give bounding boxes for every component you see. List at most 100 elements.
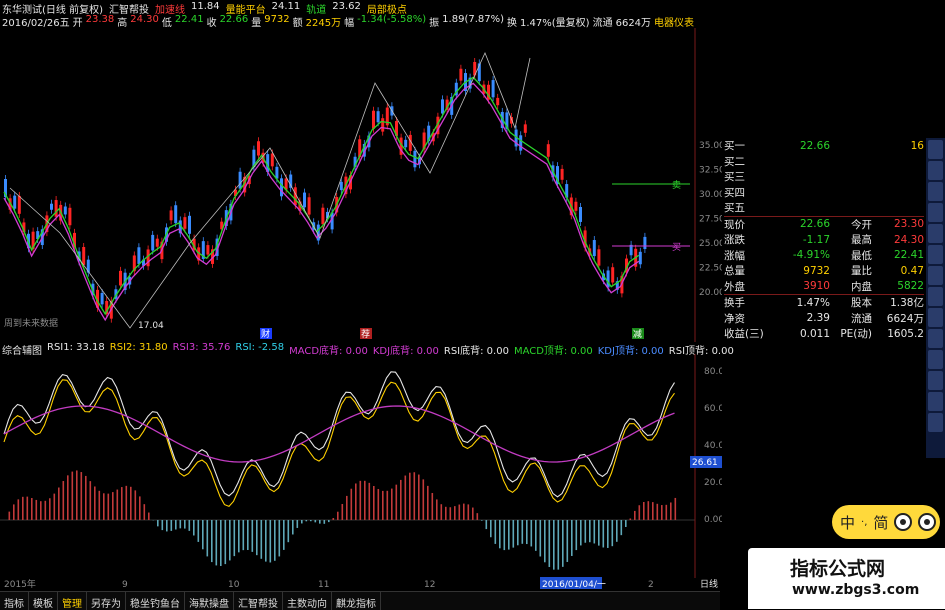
- eye-icon: [918, 513, 936, 531]
- macd-bar: [481, 520, 483, 521]
- quote-label-2: PE(动): [830, 326, 872, 341]
- quote-label-2: 流通: [830, 311, 872, 326]
- macd-bar: [90, 481, 92, 520]
- quote-value-2: 1.38亿: [872, 295, 924, 310]
- toolbar-button[interactable]: [928, 329, 943, 348]
- quote-row: 净资2.39流通6624万: [724, 311, 924, 327]
- tab-item[interactable]: 海默操盘: [185, 592, 234, 610]
- toolbar-button[interactable]: [928, 287, 943, 306]
- macd-bar: [328, 520, 330, 522]
- macd-bar: [445, 507, 447, 520]
- macd-bar: [189, 520, 191, 531]
- price-tick: 35.00: [699, 141, 722, 151]
- toolbar-button[interactable]: [928, 245, 943, 264]
- macd-bar: [333, 518, 335, 520]
- language-toggle[interactable]: 中 ·, 简: [832, 505, 940, 539]
- change-value: -1.34(-5.58%): [357, 14, 426, 29]
- quote-row: 买一22.6616: [724, 138, 924, 154]
- quote-label: 总量: [724, 263, 768, 278]
- quote-label-2: 最高: [830, 232, 872, 247]
- macd-bar: [238, 520, 240, 552]
- tab-item[interactable]: 主数动向: [283, 592, 332, 610]
- macd-bar: [612, 520, 614, 546]
- toolbar-button[interactable]: [928, 140, 943, 159]
- toolbar-button[interactable]: [928, 350, 943, 369]
- time-axis: 2015年 9 10 11 12 2016/01/04/一 2 日线: [0, 576, 722, 591]
- macd-bar: [67, 475, 69, 520]
- tab-item[interactable]: 模板: [29, 592, 58, 610]
- macd-bar: [666, 505, 668, 520]
- period-label[interactable]: 日线: [700, 578, 718, 590]
- float-label: 流通: [593, 14, 613, 29]
- macd-bar: [369, 483, 371, 520]
- price-tick: 27.50: [699, 215, 722, 225]
- toolbar-button[interactable]: [928, 371, 943, 390]
- quote-value: 3910: [768, 280, 830, 292]
- tab-item[interactable]: 指标: [0, 592, 29, 610]
- quote-label-2: 量比: [830, 263, 872, 278]
- macd-bar: [292, 520, 294, 534]
- macd-bar: [414, 472, 416, 520]
- toolbar-button[interactable]: [928, 203, 943, 222]
- buy-label: 买: [672, 242, 681, 253]
- macd-bar: [121, 487, 123, 520]
- chart-header-row2: 2016/02/26五 开23.38 高24.30 低22.41 收22.66 …: [2, 14, 694, 29]
- macd-bar: [400, 480, 402, 520]
- macd-bar: [13, 504, 15, 520]
- macd-bar: [184, 520, 186, 529]
- x-label-0: 2015年: [4, 578, 36, 590]
- macd-bar: [531, 520, 533, 546]
- macd-bar: [103, 493, 105, 520]
- low-marker-label: 17.04: [138, 321, 164, 331]
- toolbar-button[interactable]: [928, 266, 943, 285]
- candlestick-chart[interactable]: 卖 买 17.04 周到未来数据 财 荐 减 35.0032.5030.0027…: [0, 28, 722, 342]
- quote-label-2: 内盘: [830, 279, 872, 294]
- macd-bar: [22, 497, 24, 520]
- tab-item[interactable]: 麒龙指标: [332, 592, 381, 610]
- tab-item[interactable]: 稳坐钓鱼台: [126, 592, 185, 610]
- macd-bar: [477, 513, 479, 520]
- macd-bar: [526, 520, 528, 544]
- quote-value: -1.17: [768, 234, 830, 246]
- ma-line-green: [4, 77, 639, 314]
- toolbar-button[interactable]: [928, 161, 943, 180]
- volume-label: 量: [251, 14, 261, 29]
- lang-zh[interactable]: 中: [840, 512, 855, 533]
- tab-item[interactable]: 管理: [58, 592, 87, 610]
- quote-value: 9732: [768, 265, 830, 277]
- macd-bar: [216, 520, 218, 565]
- macd-bar: [585, 520, 587, 543]
- macd-bar: [675, 498, 677, 520]
- macd-bar: [441, 504, 443, 520]
- macd-bar: [639, 505, 641, 520]
- toolbar-button[interactable]: [928, 308, 943, 327]
- quote-row: 涨跌-1.17最高24.30: [724, 232, 924, 248]
- quote-row: 买二: [724, 154, 924, 170]
- tab-item[interactable]: 汇智帮投: [234, 592, 283, 610]
- quote-row: 买五: [724, 200, 924, 216]
- sector-label[interactable]: 电器仪表: [654, 14, 694, 29]
- low-label: 低: [162, 14, 172, 29]
- macd-bar: [144, 504, 146, 520]
- macd-bar: [598, 520, 600, 546]
- quote-row: 涨幅-4.91%最低22.41: [724, 248, 924, 264]
- toolbar-button[interactable]: [928, 392, 943, 411]
- quote-label: 净资: [724, 311, 768, 326]
- macd-bar: [202, 520, 204, 549]
- toolbar-button[interactable]: [928, 224, 943, 243]
- quote-value: 22.66: [768, 218, 830, 230]
- toolbar-button[interactable]: [928, 182, 943, 201]
- macd-bar: [661, 505, 663, 520]
- lang-jian[interactable]: 简: [873, 512, 888, 533]
- turnover-value: 1.47%(量复权): [520, 14, 590, 29]
- toolbar-button[interactable]: [928, 413, 943, 432]
- float-value: 6624万: [616, 14, 651, 29]
- rsi-indicator-chart[interactable]: 80.0060.0040.0020.000.00 26.61: [0, 354, 722, 578]
- quote-label: 买四: [724, 185, 768, 200]
- macd-bar: [553, 520, 555, 570]
- tab-item[interactable]: 另存为: [87, 592, 126, 610]
- macd-bar: [337, 512, 339, 520]
- future-data-label: 周到未来数据: [4, 317, 58, 329]
- macd-bar: [364, 481, 366, 520]
- quote-value-2: 16: [872, 140, 924, 152]
